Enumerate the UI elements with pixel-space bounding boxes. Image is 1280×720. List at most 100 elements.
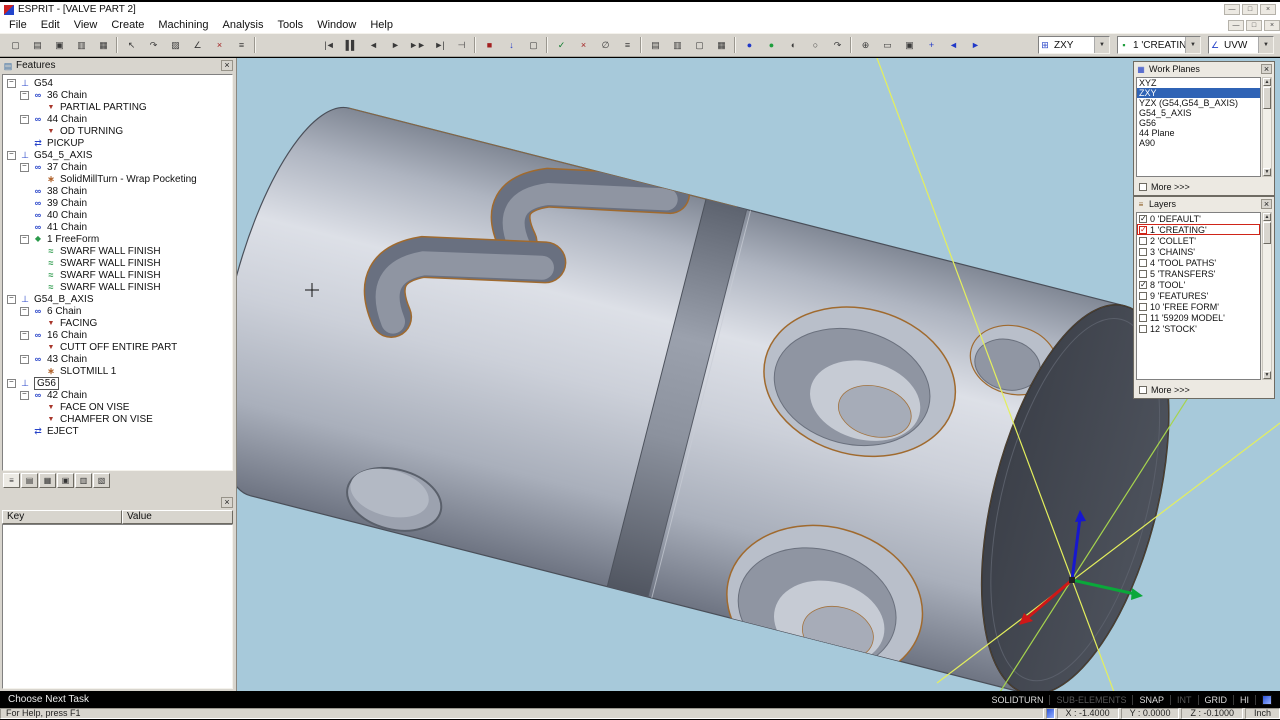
tree-expander-icon[interactable]: [33, 415, 42, 424]
layer-checkbox[interactable]: [1139, 324, 1147, 333]
tab-features[interactable]: ▤: [21, 473, 38, 488]
layers-more[interactable]: More >>>: [1139, 385, 1190, 395]
menu-analysis[interactable]: Analysis: [216, 18, 271, 32]
tree-item[interactable]: 41 Chain: [3, 221, 232, 233]
tree-expander-icon[interactable]: [7, 149, 16, 160]
menu-edit[interactable]: Edit: [34, 18, 67, 32]
tree-item[interactable]: G56: [3, 376, 232, 390]
sim-play[interactable]: ►: [384, 35, 406, 55]
new-file[interactable]: ▢: [4, 35, 26, 55]
sim-single-step[interactable]: ⊣: [450, 35, 472, 55]
layer-item[interactable]: 8 'TOOL': [1137, 279, 1260, 290]
tree-item[interactable]: 39 Chain: [3, 197, 232, 209]
dropdown-arrow-icon[interactable]: [1258, 37, 1273, 53]
tree-expander-icon[interactable]: [33, 283, 42, 292]
layer-checkbox[interactable]: [1139, 291, 1147, 300]
rotate-entity[interactable]: ↷: [142, 35, 164, 55]
shade-solid[interactable]: ●: [738, 35, 760, 55]
close-button[interactable]: ×: [1264, 19, 1280, 31]
tab-operations[interactable]: ▦: [39, 473, 56, 488]
tree-item[interactable]: SWARF WALL FINISH: [3, 257, 232, 269]
properties-grid[interactable]: [2, 524, 233, 689]
sim-to-start[interactable]: |◄: [318, 35, 340, 55]
tree-item[interactable]: 37 Chain: [3, 161, 232, 173]
mode-indicator[interactable]: GRID: [1199, 694, 1234, 705]
panel-close-button[interactable]: [221, 60, 233, 71]
tree-item[interactable]: G54: [3, 77, 232, 89]
save[interactable]: ▣: [48, 35, 70, 55]
tab-simulation[interactable]: ▧: [93, 473, 110, 488]
pan[interactable]: +: [920, 35, 942, 55]
tree-item[interactable]: 6 Chain: [3, 305, 232, 317]
tree-item[interactable]: 40 Chain: [3, 209, 232, 221]
tab-project-manager[interactable]: ≡: [3, 473, 20, 488]
tree-expander-icon[interactable]: [20, 113, 29, 124]
part-model[interactable]: [237, 91, 1204, 691]
mask[interactable]: ▨: [164, 35, 186, 55]
tree-expander-icon[interactable]: [20, 139, 29, 148]
tree-item[interactable]: G54_5_AXIS: [3, 149, 232, 161]
tree-expander-icon[interactable]: [7, 293, 16, 304]
tree-item[interactable]: SWARF WALL FINISH: [3, 281, 232, 293]
tree-item[interactable]: OD TURNING: [3, 125, 232, 137]
restore-button[interactable]: □: [1242, 4, 1258, 15]
machine-setup[interactable]: ▢: [522, 35, 544, 55]
tree-expander-icon[interactable]: [20, 353, 29, 364]
tree-expander-icon[interactable]: [33, 175, 42, 184]
work-plane-item[interactable]: XYZ: [1137, 78, 1260, 88]
work-plane-item[interactable]: G54_5_AXIS: [1137, 108, 1260, 118]
layer-item[interactable]: 4 'TOOL PATHS': [1137, 257, 1260, 268]
mode-indicator[interactable]: INT: [1171, 694, 1199, 705]
tree-item[interactable]: SWARF WALL FINISH: [3, 269, 232, 281]
menu-view[interactable]: View: [67, 18, 105, 32]
sim-fast-forward[interactable]: ►►: [406, 35, 428, 55]
layer-checkbox[interactable]: [1139, 313, 1147, 322]
tree-item[interactable]: SolidMillTurn - Wrap Pocketing: [3, 173, 232, 185]
work-planes-more[interactable]: More >>>: [1139, 182, 1190, 192]
tree-item[interactable]: 1 FreeForm: [3, 233, 232, 245]
more-checkbox[interactable]: [1139, 183, 1147, 191]
tree-expander-icon[interactable]: [20, 199, 29, 208]
tree-expander-icon[interactable]: [20, 223, 29, 232]
mode-indicator[interactable]: HI: [1234, 694, 1256, 705]
tree-item[interactable]: FACE ON VISE: [3, 401, 232, 413]
layer-checkbox[interactable]: [1139, 247, 1147, 256]
close-button[interactable]: ×: [1260, 4, 1276, 15]
tree-expander-icon[interactable]: [33, 319, 42, 328]
group[interactable]: ≡: [230, 35, 252, 55]
layer-checkbox[interactable]: [1139, 214, 1147, 223]
tree-item[interactable]: 36 Chain: [3, 89, 232, 101]
layer-checkbox[interactable]: [1139, 236, 1147, 245]
dropdown-arrow-icon[interactable]: [1185, 37, 1200, 53]
tree-item[interactable]: 38 Chain: [3, 185, 232, 197]
tool-change[interactable]: ↓: [500, 35, 522, 55]
report[interactable]: ≡: [616, 35, 638, 55]
panel-close-button[interactable]: [1261, 199, 1272, 209]
tree-item[interactable]: 43 Chain: [3, 353, 232, 365]
menu-tools[interactable]: Tools: [271, 18, 311, 32]
viewport-canvas[interactable]: [237, 58, 1280, 691]
tree-item[interactable]: PARTIAL PARTING: [3, 101, 232, 113]
layer-item[interactable]: 2 'COLLET': [1137, 235, 1260, 246]
collision-check[interactable]: ×: [572, 35, 594, 55]
tree-item[interactable]: 16 Chain: [3, 329, 232, 341]
tree-item[interactable]: SLOTMILL 1: [3, 365, 232, 377]
viewport[interactable]: Work Planes XYZZXYYZX (G54,G54_B_AXIS)G5…: [237, 58, 1280, 691]
window-new[interactable]: ▢: [688, 35, 710, 55]
tree-expander-icon[interactable]: [33, 403, 42, 412]
layer-checkbox[interactable]: [1139, 280, 1147, 289]
work-planes-scrollbar[interactable]: [1262, 77, 1272, 177]
axis-mode-combo[interactable]: ∠ UVW: [1208, 36, 1274, 54]
menu-window[interactable]: Window: [310, 18, 363, 32]
column-header-value[interactable]: Value: [122, 510, 233, 524]
copy[interactable]: ▦: [92, 35, 114, 55]
measure-diameter[interactable]: ∅: [594, 35, 616, 55]
measure-angle[interactable]: ∠: [186, 35, 208, 55]
layer-item[interactable]: 10 'FREE FORM': [1137, 301, 1260, 312]
tree-expander-icon[interactable]: [20, 89, 29, 100]
work-plane-item[interactable]: YZX (G54,G54_B_AXIS): [1137, 98, 1260, 108]
panel-close-button[interactable]: [1261, 64, 1272, 74]
wireframe[interactable]: ○: [804, 35, 826, 55]
zoom-in[interactable]: ⊕: [854, 35, 876, 55]
scroll-up-icon[interactable]: [1263, 213, 1271, 221]
